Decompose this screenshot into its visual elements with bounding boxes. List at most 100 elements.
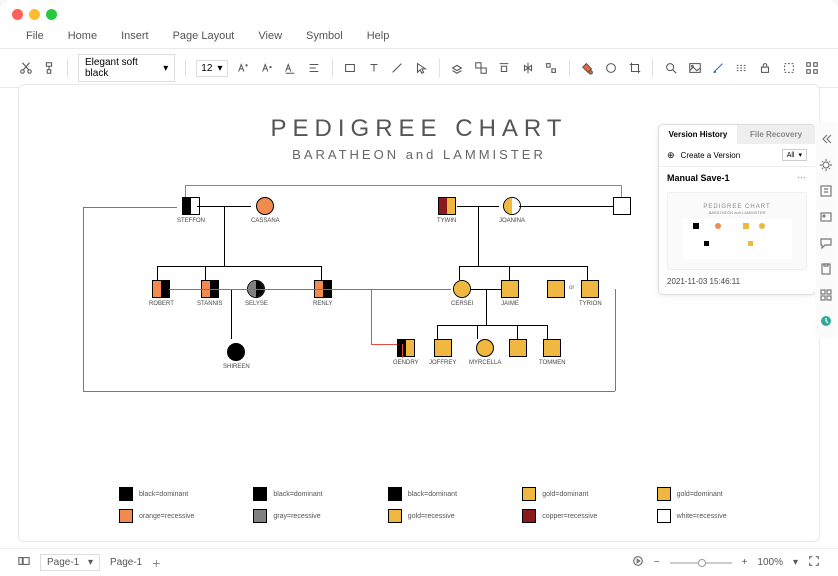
- node-selyse[interactable]: SELYSE: [245, 280, 268, 307]
- node-joanina[interactable]: JOANINA: [499, 197, 525, 224]
- format-painter-icon[interactable]: [42, 60, 58, 76]
- version-timestamp: 2021-11-03 15:46:11: [659, 274, 815, 294]
- node-stannis[interactable]: STANNIS: [197, 280, 223, 307]
- shape-style-icon[interactable]: [603, 60, 619, 76]
- comments-icon[interactable]: [819, 236, 833, 250]
- decrease-font-icon[interactable]: [259, 60, 275, 76]
- node-tommen[interactable]: TOMMEN: [539, 339, 566, 366]
- chart-title: PEDIGREE CHART: [271, 115, 568, 143]
- page-view-icon[interactable]: [18, 555, 30, 570]
- flip-icon[interactable]: [520, 60, 536, 76]
- zoom-slider[interactable]: [670, 562, 732, 564]
- page-select[interactable]: Page-1▾: [40, 554, 100, 571]
- legend-item: gold=dominant: [522, 487, 644, 501]
- version-filter-select[interactable]: All▾: [782, 149, 807, 161]
- font-size-select[interactable]: 12 ▾: [196, 60, 227, 77]
- legend-item: orange=recessive: [119, 509, 241, 523]
- right-sidebar: [815, 122, 837, 338]
- node-shireen[interactable]: SHIREEN: [223, 343, 250, 370]
- collapse-icon[interactable]: [819, 132, 833, 146]
- history-icon[interactable]: [819, 314, 833, 328]
- node-unknown-right[interactable]: [613, 197, 631, 215]
- version-more-icon[interactable]: ⋯: [797, 172, 807, 183]
- node-tyrion[interactable]: TYRION: [579, 280, 602, 307]
- pen-icon[interactable]: [710, 60, 726, 76]
- font-style-icon[interactable]: [283, 60, 299, 76]
- crop-icon[interactable]: [627, 60, 643, 76]
- node-joffrey[interactable]: JOFFREY: [429, 339, 456, 366]
- pointer-tool-icon[interactable]: [413, 60, 429, 76]
- chevron-down-icon: ▾: [218, 63, 223, 74]
- lock-icon[interactable]: [757, 60, 773, 76]
- increase-font-icon[interactable]: [236, 60, 252, 76]
- distribute-icon[interactable]: [544, 60, 560, 76]
- node-cassana[interactable]: CASSANA: [251, 197, 280, 224]
- menu-bar: File Home Insert Page Layout View Symbol…: [0, 28, 838, 48]
- zoom-out-button[interactable]: −: [654, 557, 660, 568]
- align-objects-icon[interactable]: [497, 60, 513, 76]
- text-tool-icon[interactable]: [366, 60, 382, 76]
- toolbar: Elegant soft black▾ 12 ▾: [0, 48, 838, 88]
- select-icon[interactable]: [781, 60, 797, 76]
- font-size-value: 12: [201, 63, 212, 74]
- legend: black=dominant black=dominant black=domi…: [119, 487, 779, 523]
- add-page-button[interactable]: +: [152, 555, 160, 571]
- tab-file-recovery[interactable]: File Recovery: [737, 125, 815, 144]
- status-bar: Page-1▾ Page-1 + − + 100% ▾: [0, 548, 838, 576]
- rectangle-tool-icon[interactable]: [343, 60, 359, 76]
- menu-help[interactable]: Help: [367, 30, 390, 42]
- node-renly[interactable]: RENLY: [313, 280, 333, 307]
- page-tab[interactable]: Page-1: [110, 557, 142, 568]
- node-jaime-or[interactable]: [547, 280, 565, 298]
- fill-color-icon[interactable]: [580, 60, 596, 76]
- node-tywin[interactable]: TYWIN: [437, 197, 456, 224]
- tab-version-history[interactable]: Version History: [659, 125, 737, 144]
- chart-subtitle: BARATHEON and LAMMISTER: [292, 147, 546, 162]
- menu-file[interactable]: File: [26, 30, 44, 42]
- node-steffon[interactable]: STEFFON: [177, 197, 205, 224]
- version-thumbnail[interactable]: PEDIGREE CHART BARATHEON and LAMMISTER: [667, 192, 807, 270]
- menu-symbol[interactable]: Symbol: [306, 30, 343, 42]
- menu-view[interactable]: View: [258, 30, 282, 42]
- maximize-window-button[interactable]: [46, 9, 57, 20]
- create-version-button[interactable]: Create a Version: [681, 151, 776, 160]
- menu-home[interactable]: Home: [68, 30, 97, 42]
- node-myrcella[interactable]: MYRCELLA: [469, 339, 501, 366]
- zoom-in-button[interactable]: +: [742, 557, 748, 568]
- node-robert[interactable]: ROBERT: [149, 280, 174, 307]
- node-jaime[interactable]: JAIME: [501, 280, 519, 307]
- presentation-icon[interactable]: [632, 555, 644, 570]
- properties-icon[interactable]: [819, 184, 833, 198]
- node-cersei[interactable]: CERSEI: [451, 280, 473, 307]
- layers-icon[interactable]: [819, 210, 833, 224]
- zoom-value[interactable]: 100%: [757, 557, 783, 568]
- clipboard-icon[interactable]: [819, 262, 833, 276]
- group-icon[interactable]: [473, 60, 489, 76]
- or-label: or: [569, 285, 574, 291]
- line-tool-icon[interactable]: [390, 60, 406, 76]
- cut-icon[interactable]: [18, 60, 34, 76]
- node-tommen-1[interactable]: [509, 339, 527, 357]
- font-name: Elegant soft black: [85, 57, 163, 79]
- theme-icon[interactable]: [819, 158, 833, 172]
- version-history-panel[interactable]: Version History File Recovery ⊕ Create a…: [658, 124, 816, 295]
- node-gendry[interactable]: GENDRY: [393, 339, 419, 366]
- legend-item: black=dominant: [388, 487, 510, 501]
- menu-insert[interactable]: Insert: [121, 30, 149, 42]
- search-icon[interactable]: [663, 60, 679, 76]
- layer-back-icon[interactable]: [450, 60, 466, 76]
- legend-item: gold=recessive: [388, 509, 510, 523]
- more-icon[interactable]: [804, 60, 820, 76]
- fullscreen-icon[interactable]: [808, 555, 820, 570]
- menu-page-layout[interactable]: Page Layout: [173, 30, 235, 42]
- legend-item: black=dominant: [253, 487, 375, 501]
- close-window-button[interactable]: [12, 9, 23, 20]
- align-icon[interactable]: [306, 60, 322, 76]
- legend-item: white=recessive: [657, 509, 779, 523]
- minimize-window-button[interactable]: [29, 9, 40, 20]
- version-name: Manual Save-1: [667, 173, 730, 183]
- font-select[interactable]: Elegant soft black▾: [78, 54, 175, 82]
- line-style-icon[interactable]: [734, 60, 750, 76]
- image-placeholder-icon[interactable]: [687, 60, 703, 76]
- library-icon[interactable]: [819, 288, 833, 302]
